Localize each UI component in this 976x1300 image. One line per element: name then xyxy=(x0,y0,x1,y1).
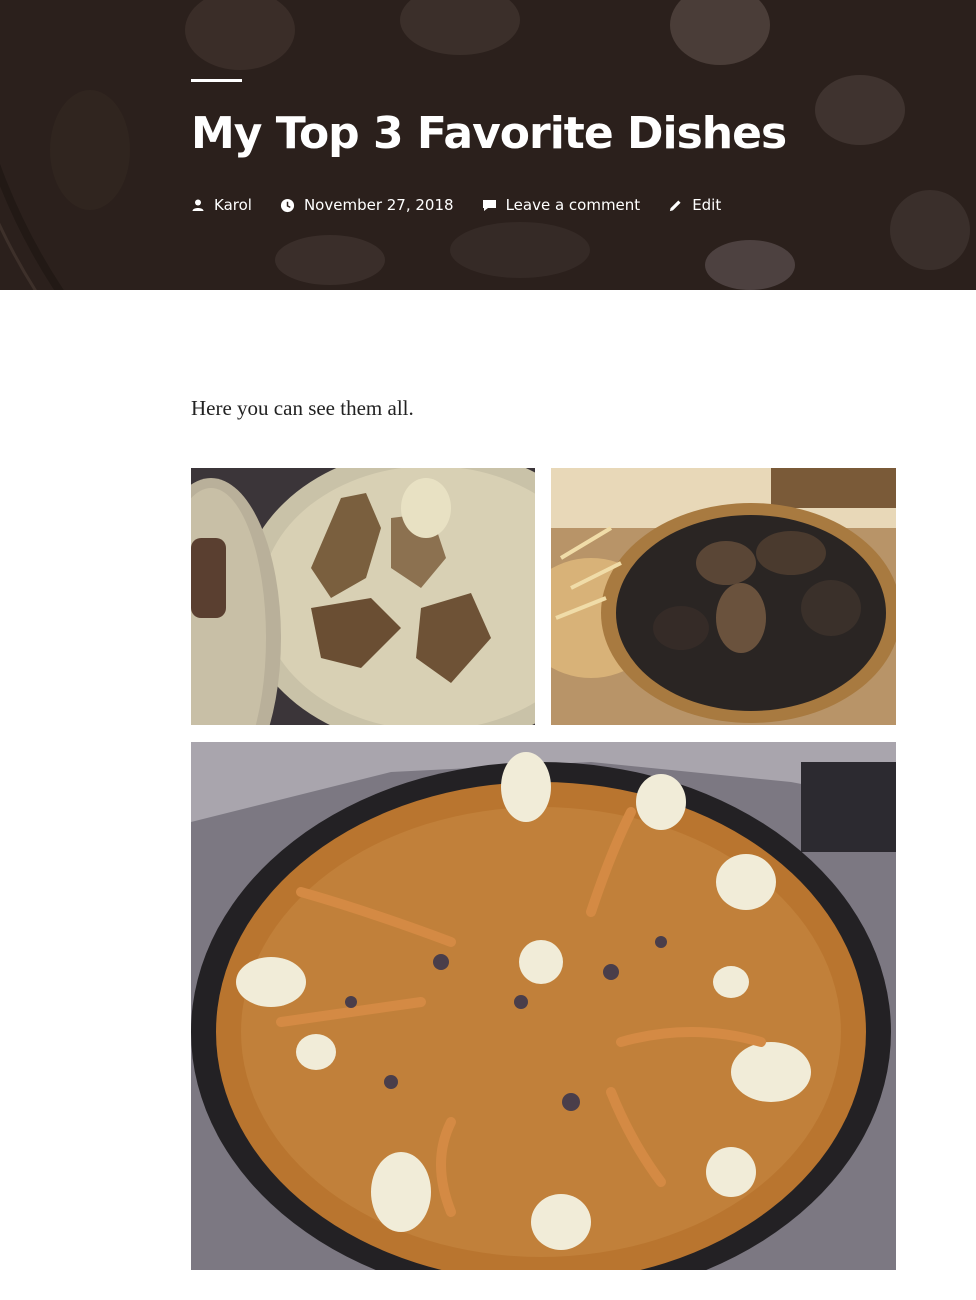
gallery-image-fried-meat[interactable] xyxy=(191,468,535,725)
post-intro: Here you can see them all. xyxy=(191,396,414,420)
title-divider xyxy=(191,79,242,82)
person-icon xyxy=(192,199,204,211)
post-title: My Top 3 Favorite Dishes xyxy=(191,108,787,159)
post-date: November 27, 2018 xyxy=(303,196,454,214)
photo-fried-meat xyxy=(191,468,535,725)
gallery-image-mussels[interactable] xyxy=(551,468,896,725)
post-date-link[interactable]: November 27, 2018 xyxy=(280,196,454,214)
post-author-link[interactable]: Karol xyxy=(191,196,252,214)
post-comments-link[interactable]: Leave a comment xyxy=(482,196,641,214)
post-meta: Karol November 27, 2018 Leave a comment xyxy=(191,196,749,214)
post-comments: Leave a comment xyxy=(505,196,641,214)
photo-paella xyxy=(191,742,896,1270)
post-author: Karol xyxy=(214,196,252,214)
clock-icon xyxy=(280,198,295,212)
post-edit-link[interactable]: Edit xyxy=(668,196,721,214)
pencil-icon xyxy=(670,199,681,211)
gallery-image-paella[interactable] xyxy=(191,742,896,1270)
post-edit: Edit xyxy=(692,196,722,214)
photo-mussels xyxy=(551,468,896,725)
post-content: Here you can see them all. xyxy=(191,396,896,421)
comment-icon xyxy=(482,200,496,211)
post-header: My Top 3 Favorite Dishes Karol November … xyxy=(0,0,976,290)
